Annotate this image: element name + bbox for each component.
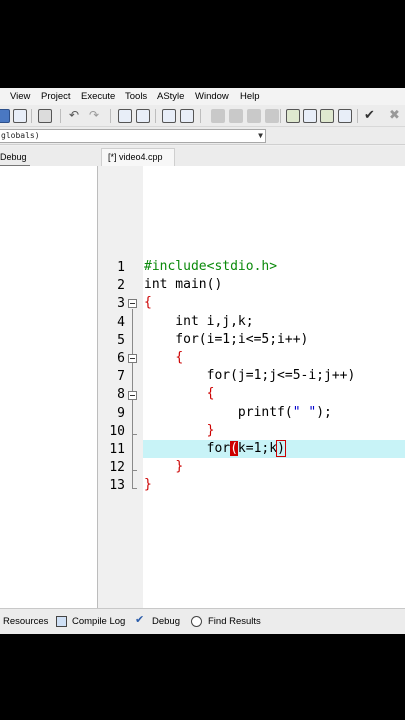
- menu-tools[interactable]: Tools: [125, 91, 147, 102]
- chevron-down-icon[interactable]: ▼: [258, 130, 263, 142]
- redo-icon[interactable]: ↷: [89, 108, 99, 122]
- line-number: 4: [117, 314, 125, 330]
- scope-combo-value: globals): [1, 131, 40, 140]
- fold-toggle-icon[interactable]: [128, 299, 137, 308]
- bottom-panel-tabs: Resources Compile Log ✔ Debug Find Resul…: [0, 608, 405, 634]
- toggle-bookmark-icon[interactable]: [265, 109, 279, 123]
- menu-bar: View Project Execute Tools AStyle Window…: [0, 88, 405, 105]
- tab-row: Debug [*] video4.cpp: [0, 146, 405, 166]
- fold-guide: [132, 470, 137, 471]
- code-line[interactable]: for(j=1;j<=5-i;j++): [144, 367, 356, 385]
- bookmark-next-icon[interactable]: [229, 109, 243, 123]
- fold-guide: [132, 488, 137, 489]
- stop-icon[interactable]: ✖: [389, 108, 400, 122]
- line-number: 10: [109, 423, 125, 439]
- tab-debug-panel[interactable]: Debug: [0, 150, 30, 166]
- compile-run-icon[interactable]: [320, 109, 334, 123]
- print-icon[interactable]: [38, 109, 52, 123]
- line-number: 7: [117, 369, 125, 385]
- tab-debug[interactable]: Debug: [152, 616, 180, 627]
- rebuild-icon[interactable]: [338, 109, 352, 123]
- menu-help[interactable]: Help: [240, 91, 260, 102]
- line-number: 5: [117, 332, 125, 348]
- code-line[interactable]: printf(" ");: [144, 404, 332, 422]
- fold-guide: [132, 401, 133, 434]
- close-file-icon[interactable]: [13, 109, 27, 123]
- run-icon[interactable]: [303, 109, 317, 123]
- fold-toggle-icon[interactable]: [128, 391, 137, 400]
- compile-log-icon: [56, 616, 67, 627]
- code-line[interactable]: #include<stdio.h>: [144, 258, 277, 276]
- code-line[interactable]: int main(): [144, 276, 222, 294]
- code-line[interactable]: {: [144, 294, 152, 312]
- line-number: 2: [117, 278, 125, 294]
- indent-icon[interactable]: [162, 109, 176, 123]
- line-number: 13: [109, 478, 125, 494]
- menu-astyle[interactable]: AStyle: [157, 91, 184, 102]
- class-browser-row: globals) ▼: [0, 127, 405, 145]
- toolbar-separator: [280, 109, 281, 123]
- line-number: 6: [117, 351, 125, 366]
- menu-project[interactable]: Project: [41, 91, 71, 102]
- find-icon[interactable]: [118, 109, 132, 123]
- line-number: 11: [109, 442, 125, 457]
- code-line[interactable]: }: [144, 422, 215, 440]
- undo-icon[interactable]: ↶: [69, 108, 79, 122]
- code-line[interactable]: for(i=1;i<=5;i++): [144, 331, 308, 349]
- compile-icon[interactable]: [286, 109, 300, 123]
- line-number: 8: [117, 387, 125, 403]
- toolbar-separator: [60, 109, 61, 123]
- project-panel: [0, 166, 98, 608]
- fold-guide: [132, 434, 137, 435]
- replace-icon[interactable]: [136, 109, 150, 123]
- menu-window[interactable]: Window: [195, 91, 229, 102]
- line-number: 9: [117, 405, 125, 421]
- code-line[interactable]: }: [144, 476, 152, 494]
- line-number: 12: [109, 460, 125, 476]
- toolbar-separator: [357, 109, 358, 123]
- tab-find-results[interactable]: Find Results: [208, 616, 261, 627]
- tab-compile-log[interactable]: Compile Log: [72, 616, 125, 627]
- line-number: 1: [117, 260, 125, 275]
- ide-window: View Project Execute Tools AStyle Window…: [0, 88, 405, 634]
- goto-line-icon[interactable]: [247, 109, 261, 123]
- code-line[interactable]: {: [144, 385, 215, 403]
- unindent-icon[interactable]: [180, 109, 194, 123]
- code-line[interactable]: {: [144, 349, 183, 367]
- menu-view[interactable]: View: [10, 91, 30, 102]
- syntax-check-icon[interactable]: ✔: [364, 108, 375, 122]
- code-line[interactable]: int i,j,k;: [144, 313, 253, 331]
- find-results-icon: [191, 616, 202, 627]
- tab-video4-cpp[interactable]: [*] video4.cpp: [101, 148, 175, 166]
- code-line[interactable]: }: [144, 458, 183, 476]
- code-line[interactable]: for(k=1;k): [144, 440, 286, 458]
- toolbar-separator: [110, 109, 111, 123]
- toolbar-separator: [200, 109, 201, 123]
- debug-check-icon: ✔: [135, 614, 145, 626]
- fold-toggle-icon[interactable]: [128, 354, 137, 363]
- line-number: 3: [117, 296, 125, 312]
- toolbar-separator: [155, 109, 156, 123]
- bookmark-prev-icon[interactable]: [211, 109, 225, 123]
- menu-execute[interactable]: Execute: [81, 91, 115, 102]
- toolbar-separator: [31, 109, 32, 123]
- code-editor[interactable]: 1 #include<stdio.h> 2 int main() 3 {4 int i,j…: [101, 166, 405, 608]
- save-all-icon[interactable]: [0, 109, 10, 123]
- scope-combo[interactable]: globals) ▼: [0, 129, 266, 143]
- toolbar: ↶ ↷ ✔ ✖: [0, 105, 405, 127]
- tab-resources[interactable]: Resources: [3, 616, 48, 627]
